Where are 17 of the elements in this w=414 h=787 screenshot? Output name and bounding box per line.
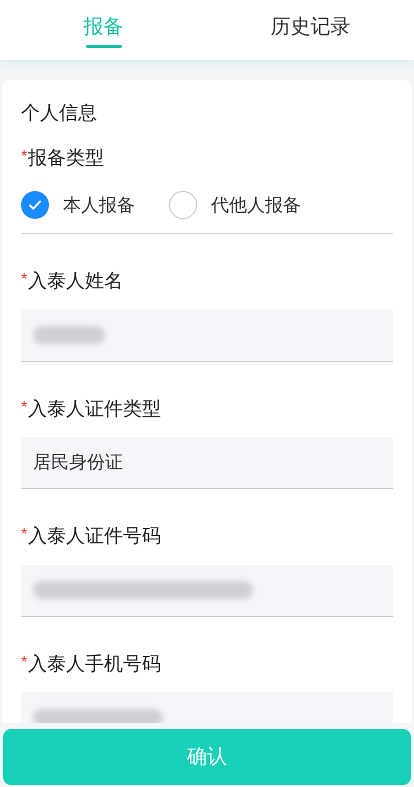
field-label: 报备类型 <box>28 146 104 170</box>
input-field[interactable] <box>21 310 393 362</box>
required-asterisk: * <box>21 270 28 290</box>
radio-option[interactable]: 本人报备 <box>21 191 135 219</box>
field-label: 入泰人证件类型 <box>28 398 162 422</box>
section-title: 个人信息 <box>21 102 98 126</box>
field-label: 入泰人手机号码 <box>28 652 162 676</box>
radio-option[interactable]: 代他人报备 <box>169 191 301 219</box>
field-label: 入泰人姓名 <box>28 270 124 294</box>
required-asterisk: * <box>21 525 28 545</box>
tab[interactable]: 历史记录 <box>207 0 414 60</box>
required-asterisk: * <box>21 398 28 418</box>
input-field[interactable]: 居民身份证 <box>21 437 393 489</box>
input-field[interactable] <box>21 564 393 616</box>
field-label: 入泰人证件号码 <box>28 525 162 549</box>
required-asterisk: * <box>21 652 28 672</box>
required-asterisk: * <box>21 146 28 166</box>
